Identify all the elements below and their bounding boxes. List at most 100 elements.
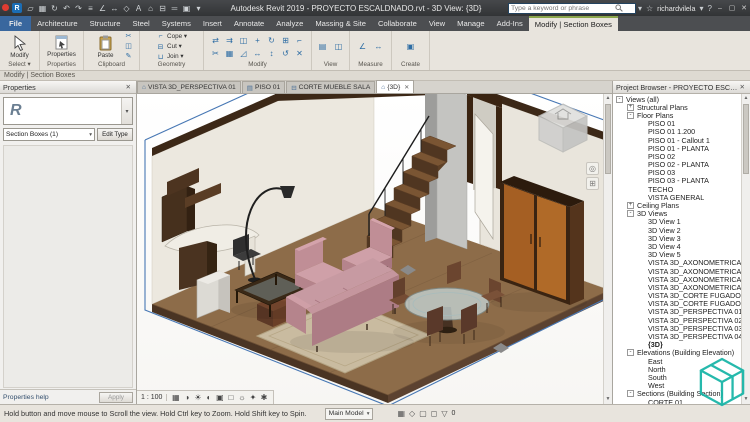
ribbon-tab[interactable]: Modify | Section Boxes	[529, 16, 618, 31]
aligned-dimension-icon[interactable]: ↔	[109, 4, 120, 13]
text-icon[interactable]: A	[133, 4, 144, 13]
view-tab-corte-mueble-sala[interactable]: ⊟ CORTE MUEBLE SALA ✕	[286, 81, 375, 93]
print-icon[interactable]: ≡	[85, 4, 96, 13]
tree-item[interactable]: PISO 02 - PLANTA	[613, 161, 741, 169]
main-model-select[interactable]: Main Model ▾	[325, 408, 374, 420]
tree-expand-icon[interactable]: -	[627, 210, 634, 217]
crop-view-icon[interactable]: ▣	[214, 393, 225, 402]
3d-scene[interactable]	[137, 94, 612, 404]
move-icon[interactable]: +	[251, 34, 265, 47]
show-crop-icon[interactable]: □	[225, 393, 236, 402]
worksets-icon[interactable]: ▦	[397, 409, 405, 418]
gray-cabinet[interactable]	[197, 271, 230, 318]
ribbon-tab[interactable]: Steel	[126, 16, 155, 31]
ribbon-tab[interactable]: Massing & Site	[309, 16, 372, 31]
selection-combo[interactable]: Section Boxes (1) ▾	[3, 128, 95, 141]
ribbon-tab[interactable]: Add-Ins	[491, 16, 529, 31]
tree-item[interactable]: + Structural Plans	[613, 103, 741, 111]
user-interface-icon[interactable]: ▤	[316, 40, 330, 53]
scrollbar-thumb[interactable]	[605, 104, 611, 174]
tree-expand-icon[interactable]: +	[627, 104, 634, 111]
windows-icon[interactable]: ◫	[332, 40, 346, 53]
open-icon[interactable]: ▱	[25, 4, 36, 13]
detail-level-icon[interactable]: ▦	[170, 393, 181, 402]
search-dropdown-icon[interactable]: ▾	[638, 4, 642, 13]
search-input[interactable]	[511, 5, 615, 12]
ribbon-tab[interactable]: Insert	[197, 16, 228, 31]
type-selector-dropdown-icon[interactable]: ▾	[121, 98, 132, 124]
ribbon-tab[interactable]: View	[423, 16, 451, 31]
selection-combo-dropdown-icon[interactable]: ▾	[89, 132, 92, 138]
infocenter-search[interactable]	[508, 3, 636, 14]
maximize-button[interactable]: ▢	[726, 4, 738, 12]
properties-button[interactable]: Properties	[46, 35, 78, 58]
undo-icon[interactable]: ↶	[61, 4, 72, 13]
properties-help-link[interactable]: Properties help	[3, 394, 49, 401]
zoom-icon[interactable]: ⊞	[586, 177, 599, 190]
paste-button[interactable]: Paste	[90, 35, 122, 59]
favorites-star-icon[interactable]: ☆	[646, 4, 653, 13]
thin-lines-icon[interactable]: ═	[169, 4, 180, 13]
rotate-icon[interactable]: ↻	[265, 34, 279, 47]
modify-button[interactable]: Modify	[4, 35, 36, 59]
ribbon-tab[interactable]: Analyze	[270, 16, 309, 31]
rotate-back-icon[interactable]: ↺	[279, 47, 293, 60]
cut-icon[interactable]: ✂	[124, 32, 134, 41]
tree-expand-icon[interactable]: -	[627, 112, 634, 119]
sun-path-icon[interactable]: ☀	[192, 393, 203, 402]
design-options-icon[interactable]: ◇	[409, 409, 415, 418]
join-button[interactable]: ⊔ Join ▾	[156, 52, 187, 61]
close-browser-icon[interactable]: ✕	[738, 83, 747, 91]
minimize-button[interactable]: –	[714, 5, 726, 12]
close-properties-icon[interactable]: ✕	[124, 83, 133, 91]
tag-icon[interactable]: ◇	[121, 4, 132, 13]
scroll-up-icon[interactable]: ▲	[742, 94, 750, 103]
tree-expand-icon[interactable]: +	[627, 202, 634, 209]
ribbon-tab[interactable]: Systems	[156, 16, 197, 31]
ribbon-tab[interactable]: Collaborate	[372, 16, 423, 31]
default-3d-view-icon[interactable]: ⌂	[145, 4, 156, 13]
scroll-up-icon[interactable]: ▲	[604, 94, 612, 103]
cope-button[interactable]: ⌐ Cope ▾	[156, 32, 187, 41]
close-view-icon[interactable]: ✕	[404, 84, 409, 91]
switch-windows-icon[interactable]: ▣	[181, 4, 192, 13]
match-type-icon[interactable]: ✎	[124, 52, 134, 61]
sync-icon[interactable]: ↻	[49, 4, 60, 13]
shadows-icon[interactable]: ◐	[203, 393, 214, 402]
ribbon-tab[interactable]: Annotate	[228, 16, 270, 31]
tree-expand-icon[interactable]: -	[616, 96, 623, 103]
qat-customize-icon[interactable]: ▾	[193, 4, 204, 13]
close-button[interactable]: ✕	[738, 4, 750, 12]
visual-style-icon[interactable]: ◑	[181, 393, 192, 402]
temporary-view-properties-icon[interactable]: ✱	[258, 393, 269, 402]
mirror-icon[interactable]: ◫	[237, 34, 251, 47]
view-tab-vista-3d-perspectiva-01[interactable]: ⌂ VISTA 3D_PERSPECTIVA 01 ✕	[137, 81, 241, 93]
project-browser-header[interactable]: Project Browser - PROYECTO ESCALDNADO.rv…	[613, 81, 750, 94]
filter-icon[interactable]: ▽	[441, 409, 447, 418]
viewport-scrollbar[interactable]: ▲ ▼	[603, 94, 612, 404]
save-icon[interactable]: ▦	[37, 4, 48, 13]
edit-type-button[interactable]: Edit Type	[97, 128, 133, 141]
offset-icon[interactable]: ⇉	[223, 34, 237, 47]
scale-button[interactable]: 1 : 100	[141, 394, 167, 401]
create-group-icon[interactable]: ▣	[404, 40, 418, 53]
array-icon[interactable]: ▦	[223, 47, 237, 60]
scroll-down-icon[interactable]: ▼	[604, 395, 612, 404]
type-selector[interactable]: R ▾	[3, 97, 133, 125]
cut-geometry-button[interactable]: ⊟ Cut ▾	[156, 42, 187, 51]
tree-item[interactable]: PISO 03 - PLANTA	[613, 177, 741, 185]
copy-icon[interactable]: ◫	[124, 42, 134, 51]
select-panel-label[interactable]: Select ▾	[2, 61, 37, 70]
measure-length-icon[interactable]: ↔	[372, 40, 386, 53]
redo-icon[interactable]: ↷	[73, 4, 84, 13]
tree-item[interactable]: + Ceiling Plans	[613, 201, 741, 209]
tree-item[interactable]: VISTA 3D_PERSPECTIVA 04	[613, 332, 741, 340]
tree-expand-icon[interactable]: -	[627, 390, 634, 397]
revit-logo[interactable]: R	[12, 3, 22, 13]
signed-in-user[interactable]: richardvilela	[657, 4, 695, 13]
measure-angle-icon[interactable]: ∠	[356, 40, 370, 53]
help-icon[interactable]: ?	[708, 4, 712, 13]
main-model-dropdown-icon[interactable]: ▾	[367, 411, 370, 417]
delete-icon[interactable]: ✕	[293, 47, 307, 60]
user-dropdown-icon[interactable]: ▾	[700, 4, 704, 13]
